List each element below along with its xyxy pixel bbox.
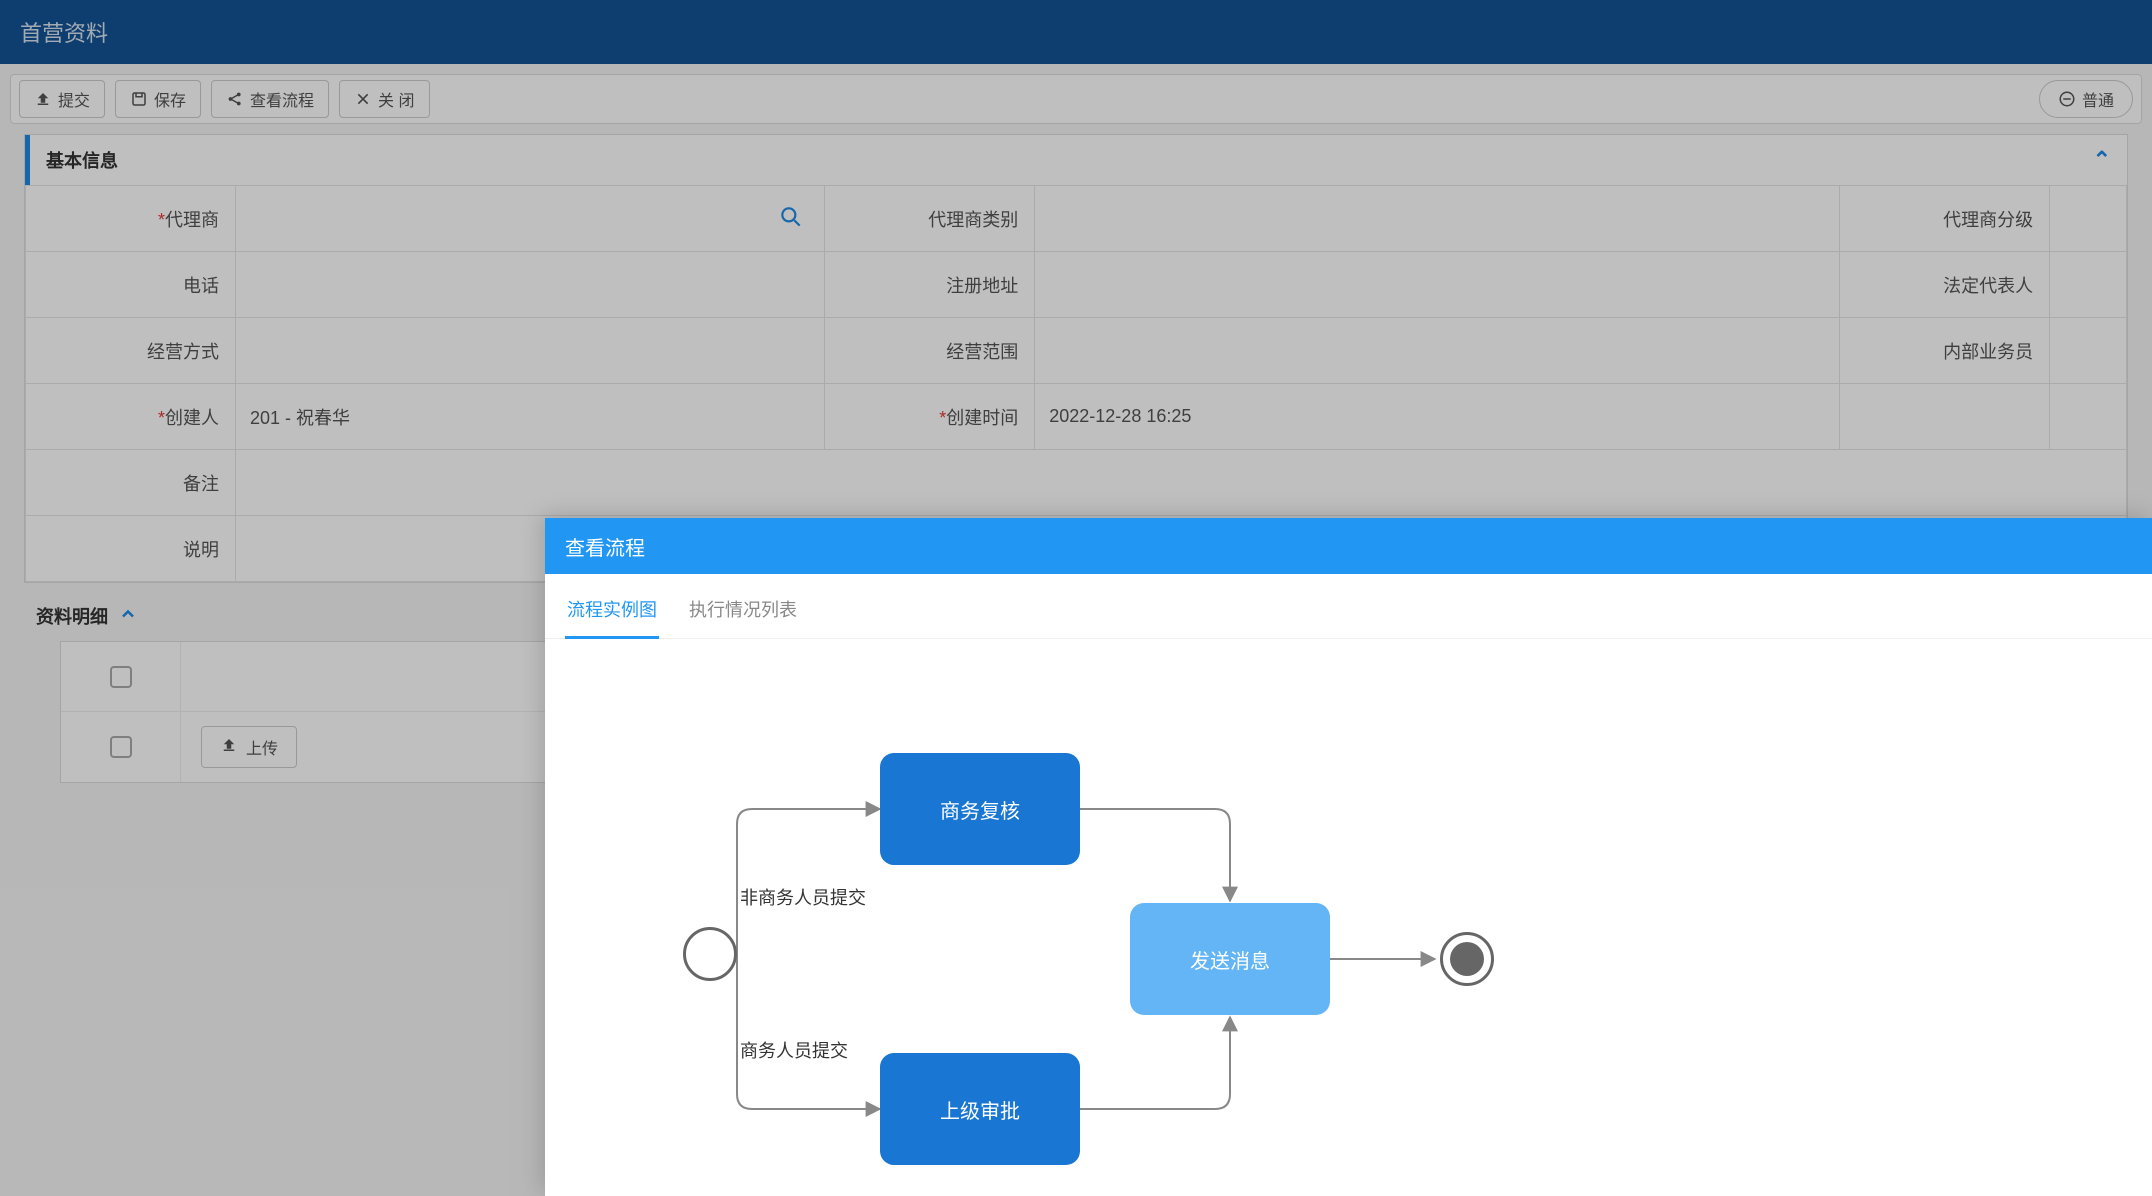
bpmn-task-approve[interactable]: 上级审批 (880, 1053, 1080, 1165)
window-titlebar: 首营资料 (0, 0, 2152, 64)
modal-tabs: 流程实例图 执行情况列表 (545, 574, 2152, 639)
edge-label-biz: 商务人员提交 (740, 1037, 848, 1063)
search-icon[interactable] (778, 204, 804, 237)
upload-icon (220, 736, 238, 759)
input-creator[interactable]: 201 - 祝春华 (236, 384, 825, 450)
label-remark: 备注 (183, 474, 219, 494)
label-biz-scope: 经营范围 (946, 342, 1018, 362)
label-creator: 创建人 (165, 408, 219, 428)
submit-button[interactable]: 提交 (19, 80, 105, 118)
label-agent-type: 代理商类别 (928, 210, 1018, 230)
input-agent[interactable] (236, 186, 825, 252)
priority-label: 普通 (2082, 87, 2114, 111)
label-agent: 代理商 (165, 210, 219, 230)
bpmn-start-node[interactable] (683, 927, 737, 981)
label-biz-mode: 经营方式 (147, 342, 219, 362)
bpmn-task-review[interactable]: 商务复核 (880, 753, 1080, 865)
input-reg-addr[interactable] (1035, 252, 1840, 318)
tab-log[interactable]: 执行情况列表 (687, 588, 799, 638)
row-checkbox-cell[interactable] (61, 712, 181, 782)
close-label: 关 闭 (378, 87, 414, 111)
save-icon (130, 90, 148, 108)
modal-header: 查看流程 (545, 518, 2152, 574)
label-phone: 电话 (183, 276, 219, 296)
header-checkbox-cell[interactable] (61, 642, 181, 711)
input-agent-level[interactable] (2050, 186, 2127, 252)
process-diagram[interactable]: 商务复核 上级审批 发送消息 非商务人员提交 商务人员提交 (545, 639, 2152, 1196)
window-title: 首营资料 (20, 16, 108, 48)
input-biz-mode[interactable] (236, 318, 825, 384)
label-desc: 说明 (183, 540, 219, 560)
label-legal-rep: 法定代表人 (1943, 276, 2033, 296)
input-create-time[interactable]: 2022-12-28 16:25 (1035, 384, 1840, 450)
chevron-up-icon (118, 604, 138, 629)
close-icon (354, 90, 372, 108)
bpmn-task-send[interactable]: 发送消息 (1130, 903, 1330, 1015)
detail-title: 资料明细 (36, 603, 108, 629)
checkbox-icon (110, 736, 132, 758)
label-agent-level: 代理商分级 (1943, 210, 2033, 230)
view-process-button[interactable]: 查看流程 (211, 80, 329, 118)
input-internal-sales[interactable] (2050, 318, 2127, 384)
toolbar: 提交 保存 查看流程 关 闭 普通 (10, 74, 2142, 124)
close-button[interactable]: 关 闭 (339, 80, 429, 118)
submit-label: 提交 (58, 87, 90, 111)
basic-info-title: 基本信息 (46, 147, 118, 173)
checkbox-icon (110, 666, 132, 688)
input-agent-type[interactable] (1035, 186, 1840, 252)
priority-badge[interactable]: 普通 (2039, 80, 2133, 118)
input-biz-scope[interactable] (1035, 318, 1840, 384)
input-legal-rep[interactable] (2050, 252, 2127, 318)
label-internal-sales: 内部业务员 (1943, 342, 2033, 362)
basic-info-card: 基本信息 ⌃ *代理商 代理商类别 代理商分级 电话 注册地址 (24, 134, 2128, 583)
upload-label: 上传 (246, 735, 278, 759)
upload-button[interactable]: 上传 (201, 726, 297, 768)
input-remark[interactable] (236, 450, 2127, 516)
view-process-modal: 查看流程 流程实例图 执行情况列表 (545, 518, 2152, 1196)
share-icon (226, 90, 244, 108)
save-label: 保存 (154, 87, 186, 111)
label-create-time: 创建时间 (946, 408, 1018, 428)
modal-title: 查看流程 (565, 532, 645, 561)
tab-diagram[interactable]: 流程实例图 (565, 588, 659, 639)
view-process-label: 查看流程 (250, 87, 314, 111)
label-reg-addr: 注册地址 (946, 276, 1018, 296)
upload-icon (34, 90, 52, 108)
diagram-connectors (545, 639, 2152, 1196)
edge-label-non-biz: 非商务人员提交 (740, 884, 866, 910)
bpmn-end-node[interactable] (1440, 932, 1494, 986)
save-button[interactable]: 保存 (115, 80, 201, 118)
minus-circle-icon (2058, 90, 2076, 108)
collapse-icon[interactable]: ⌃ (2093, 147, 2111, 173)
input-phone[interactable] (236, 252, 825, 318)
